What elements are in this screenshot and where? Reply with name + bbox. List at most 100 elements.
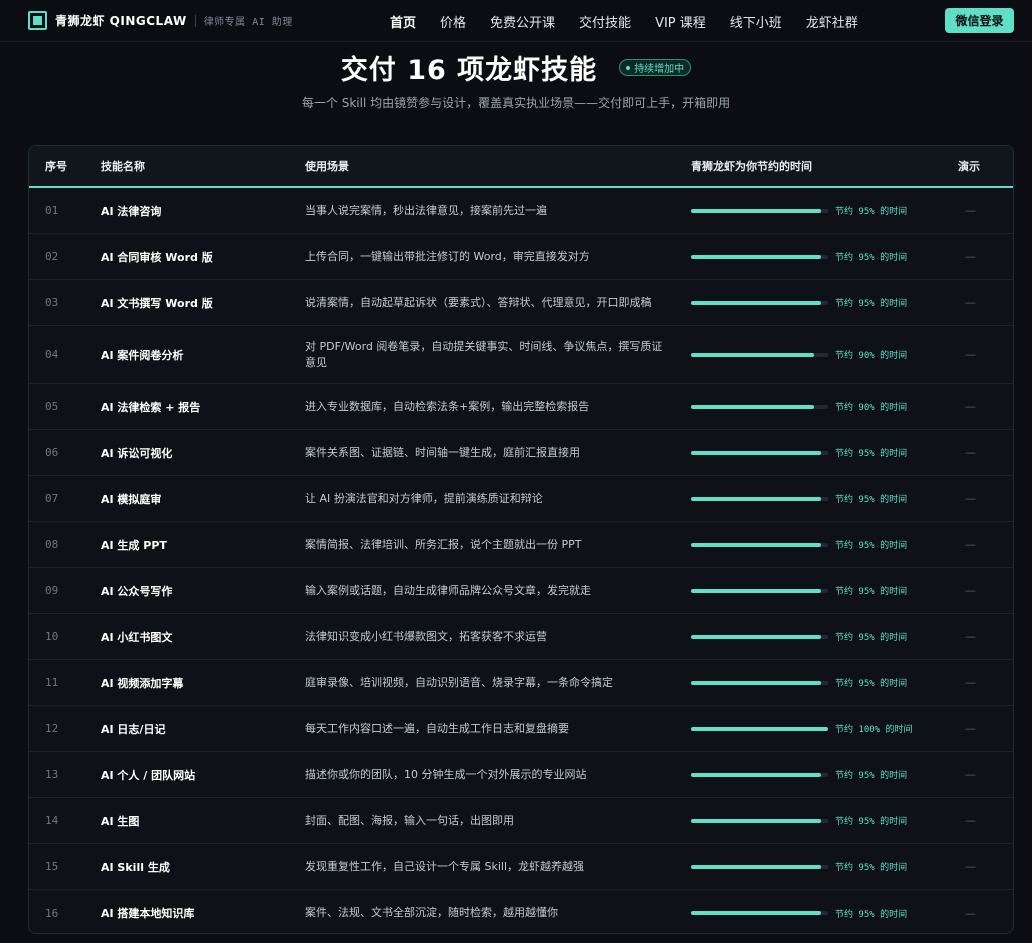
- time-saved-bar-fill: [691, 208, 822, 213]
- time-saved-bar-fill: [691, 726, 828, 731]
- nav-item[interactable]: 交付技能: [579, 12, 631, 31]
- skills-table: 序号 技能名称 使用场景 青狮龙虾为你节约的时间 演示 01 AI 法律咨询 当事人…: [28, 145, 1014, 934]
- skill-name: AI 模拟庭审: [101, 492, 162, 506]
- time-saved-bar: [691, 772, 828, 777]
- skill-scene: 案件关系图、证据链、时间轴一键生成，庭前汇报直接用: [305, 445, 580, 459]
- time-saved-bar: [691, 911, 828, 915]
- demo-link[interactable]: —: [965, 798, 976, 843]
- skill-name: AI 法律检索 + 报告: [101, 400, 201, 414]
- demo-link[interactable]: —: [965, 614, 976, 659]
- skill-scene: 封面、配图、海报，输入一句话，出图即用: [305, 813, 514, 827]
- row-number: 10: [45, 630, 59, 643]
- status-badge-label: 持续增加中: [634, 64, 685, 75]
- time-saved-bar: [691, 634, 828, 639]
- time-saved-bar-fill: [691, 588, 822, 593]
- time-saved-bar: [691, 352, 828, 357]
- time-saved-bar: [691, 818, 828, 823]
- table-row: 05 AI 法律检索 + 报告 进入专业数据库，自动检索法条+案例，输出完整检索报告…: [29, 384, 1013, 430]
- skill-scene: 输入案例或话题，自动生成律师品牌公众号文章，发完就走: [305, 583, 591, 597]
- nav-item[interactable]: 价格: [440, 12, 466, 31]
- skill-scene: 当事人说完案情，秒出法律意见，接案前先过一遍: [305, 203, 547, 217]
- skill-name: AI 视频添加字幕: [101, 676, 184, 690]
- time-saved: 节约 90% 的时间: [691, 326, 907, 383]
- demo-link[interactable]: —: [965, 660, 976, 705]
- time-saved-bar: [691, 208, 828, 213]
- status-badge: 持续增加中: [619, 59, 692, 76]
- time-saved-bar-fill: [691, 911, 822, 915]
- skill-scene: 每天工作内容口述一遍，自动生成工作日志和复盘摘要: [305, 721, 569, 735]
- demo-link[interactable]: —: [965, 326, 976, 383]
- row-number: 06: [45, 446, 59, 459]
- column-header-demo: 演示: [958, 160, 980, 173]
- column-header-name: 技能名称: [101, 160, 145, 173]
- demo-link[interactable]: —: [965, 384, 976, 429]
- column-header-time-saved: 青狮龙虾为你节约的时间: [691, 160, 812, 173]
- time-saved-bar: [691, 300, 828, 305]
- time-saved-bar: [691, 864, 828, 869]
- skill-scene: 庭审录像、培训视频，自动识别语音、烧录字幕，一条命令搞定: [305, 675, 613, 689]
- time-saved: 节约 95% 的时间: [691, 752, 907, 797]
- nav-item[interactable]: 免费公开课: [490, 12, 555, 31]
- row-number: 09: [45, 584, 59, 597]
- demo-link[interactable]: —: [965, 476, 976, 521]
- time-saved-bar-fill: [691, 352, 815, 357]
- skill-scene: 发现重复性工作，自己设计一个专属 Skill，龙虾越养越强: [305, 859, 585, 873]
- skill-name: AI 小红书图文: [101, 630, 173, 644]
- brand-logo[interactable]: 青狮龙虾 QINGCLAW 律师专属 AI 助理: [28, 11, 293, 30]
- skill-scene: 描述你或你的团队，10 分钟生成一个对外展示的专业网站: [305, 767, 587, 781]
- time-saved: 节约 95% 的时间: [691, 890, 908, 933]
- demo-link[interactable]: —: [965, 234, 976, 279]
- time-saved-bar-fill: [691, 542, 822, 547]
- wechat-login-button[interactable]: 微信登录: [945, 8, 1014, 33]
- demo-link[interactable]: —: [965, 280, 976, 325]
- time-saved-label: 节约 100% 的时间: [835, 725, 913, 735]
- demo-link[interactable]: —: [965, 752, 976, 797]
- demo-link[interactable]: —: [965, 706, 976, 751]
- demo-link[interactable]: —: [965, 430, 976, 475]
- brand-divider: [194, 14, 196, 27]
- time-saved: 节约 95% 的时间: [691, 188, 907, 233]
- time-saved: 节约 95% 的时间: [691, 476, 907, 521]
- row-number: 01: [45, 204, 59, 217]
- nav-item[interactable]: 首页: [390, 12, 416, 31]
- time-saved-label: 节约 95% 的时间: [835, 679, 908, 689]
- skill-scene: 进入专业数据库，自动检索法条+案例，输出完整检索报告: [305, 399, 590, 413]
- demo-link[interactable]: —: [965, 522, 976, 567]
- nav-item[interactable]: VIP 课程: [655, 12, 706, 31]
- time-saved-label: 节约 95% 的时间: [835, 633, 908, 643]
- demo-link[interactable]: —: [965, 844, 976, 889]
- table-row: 01 AI 法律咨询 当事人说完案情，秒出法律意见，接案前先过一遍 节约 95% 的时…: [29, 188, 1013, 234]
- time-saved-label: 节约 95% 的时间: [835, 299, 908, 309]
- row-number: 13: [45, 768, 59, 781]
- time-saved: 节约 90% 的时间: [691, 384, 907, 429]
- page-subtitle: 每一个 Skill 均由镜赞参与设计，覆盖真实执业场景——交付即可上手，开箱即用: [301, 96, 731, 110]
- time-saved-bar: [691, 588, 828, 593]
- time-saved: 节约 95% 的时间: [691, 522, 907, 567]
- time-saved-bar-fill: [691, 864, 822, 869]
- time-saved-label: 节约 90% 的时间: [835, 403, 908, 413]
- time-saved-label: 节约 95% 的时间: [835, 909, 908, 920]
- table-row: 08 AI 生成 PPT 案情简报、法律培训、所务汇报，说个主题就出一份 PPT 节约…: [29, 522, 1013, 568]
- time-saved-bar: [691, 496, 828, 501]
- time-saved: 节约 95% 的时间: [691, 280, 907, 325]
- time-saved-label: 节约 95% 的时间: [835, 495, 908, 505]
- skill-name: AI Skill 生成: [101, 860, 170, 874]
- demo-link[interactable]: —: [965, 890, 976, 933]
- row-number: 04: [45, 348, 59, 361]
- brand-tagline: 律师专属 AI 助理: [203, 17, 293, 28]
- skill-name: AI 案件阅卷分析: [101, 348, 184, 362]
- nav-item[interactable]: 龙虾社群: [806, 12, 858, 31]
- table-row: 16 AI 搭建本地知识库 案件、法规、文书全部沉淀，随时检索，越用越懂你 节约 95…: [29, 890, 1013, 933]
- demo-link[interactable]: —: [965, 568, 976, 613]
- brand-name: 青狮龙虾 QINGCLAW: [55, 14, 187, 28]
- row-number: 03: [45, 296, 59, 309]
- skill-scene: 法律知识变成小红书爆款图文，拓客获客不求运营: [305, 629, 547, 643]
- skill-scene: 说清案情，自动起草起诉状（要素式）、答辩状、代理意见，开口即成稿: [305, 295, 652, 309]
- skill-name: AI 合同审核 Word 版: [101, 250, 213, 264]
- nav-item[interactable]: 线下小班: [730, 12, 782, 31]
- time-saved: 节约 95% 的时间: [691, 660, 907, 705]
- skill-name: AI 公众号写作: [101, 584, 173, 598]
- demo-link[interactable]: —: [965, 188, 976, 233]
- time-saved-bar-fill: [691, 634, 822, 639]
- time-saved-bar-fill: [691, 772, 822, 777]
